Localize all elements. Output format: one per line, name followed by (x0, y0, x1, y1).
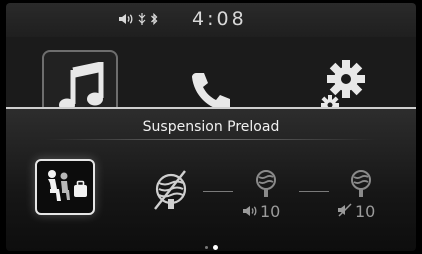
volume-icon (242, 202, 258, 221)
option-connector (203, 191, 233, 192)
option-connector (299, 191, 329, 192)
preload-option-shock-off[interactable] (147, 169, 193, 217)
volume-icon (118, 13, 134, 25)
clock: 4:08 (192, 8, 247, 30)
home-menu (6, 37, 416, 126)
bluetooth-icon (150, 12, 159, 26)
level-value: 10 (260, 202, 281, 221)
title-divider (46, 139, 376, 140)
suspension-preload-panel: Suspension Preload 10 10 (6, 107, 416, 251)
page-indicator (205, 245, 218, 250)
shock-absorber-off-icon (147, 170, 193, 217)
gps-icon (137, 12, 147, 26)
level-label-mute: 10 (337, 202, 375, 221)
level-label-volume: 10 (242, 202, 280, 221)
mute-icon (337, 202, 353, 221)
shock-absorber-icon (253, 169, 279, 203)
level-value: 10 (355, 202, 376, 221)
preload-option-rider-passenger-luggage[interactable] (35, 159, 95, 215)
shock-absorber-icon (348, 169, 374, 203)
rider-passenger-luggage-icon (43, 169, 89, 209)
page-dot (205, 246, 208, 249)
page-dot-active (213, 245, 218, 250)
screen: 4:08 Suspension Preload 10 10 (6, 3, 416, 251)
panel-title: Suspension Preload (142, 119, 280, 135)
status-bar: 4:08 (6, 3, 416, 37)
status-icons (118, 12, 159, 26)
